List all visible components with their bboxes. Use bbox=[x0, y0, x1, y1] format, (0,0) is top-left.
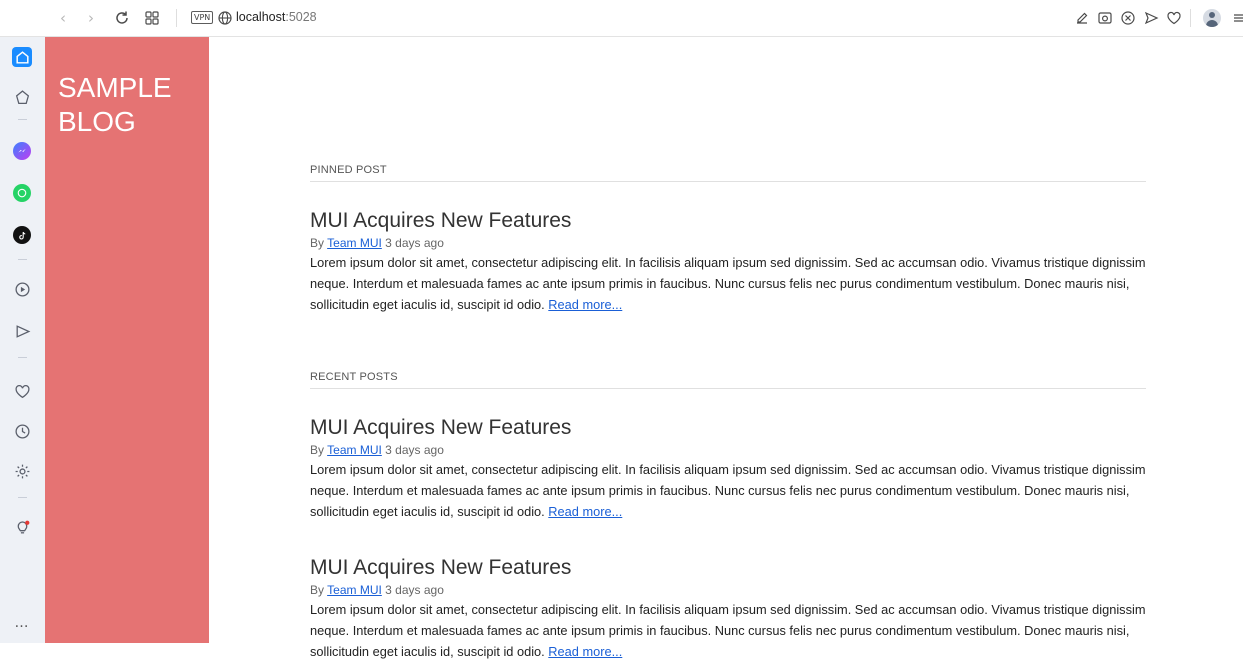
globe-icon[interactable] bbox=[216, 9, 234, 27]
author-link[interactable]: Team MUI bbox=[327, 443, 382, 457]
address-bar[interactable]: localhost:5028 bbox=[236, 10, 317, 24]
back-icon[interactable]: ‹ bbox=[54, 9, 72, 27]
edit-icon[interactable] bbox=[1073, 9, 1091, 27]
home-icon[interactable] bbox=[12, 47, 32, 67]
author-link[interactable]: Team MUI bbox=[327, 583, 382, 597]
read-more-link[interactable]: Read more... bbox=[548, 644, 622, 659]
section-heading: RECENT POSTS bbox=[310, 371, 1146, 389]
history-icon[interactable] bbox=[12, 421, 32, 441]
tips-icon[interactable] bbox=[12, 517, 32, 537]
messenger-icon[interactable] bbox=[12, 141, 32, 161]
read-more-link[interactable]: Read more... bbox=[548, 504, 622, 519]
post-body-text: Lorem ipsum dolor sit amet, consectetur … bbox=[310, 602, 1146, 659]
post-time: 3 days ago bbox=[385, 443, 444, 457]
blog-sidebar: SAMPLE BLOG bbox=[45, 37, 209, 643]
browser-sidebar: … bbox=[0, 37, 45, 643]
toolbar-divider bbox=[176, 9, 177, 27]
post-excerpt: Lorem ipsum dolor sit amet, consectetur … bbox=[310, 252, 1146, 315]
player-icon[interactable] bbox=[12, 279, 32, 299]
speed-dial-icon[interactable] bbox=[12, 87, 32, 107]
pinned-section-header: PINNED POST bbox=[310, 164, 1146, 182]
flow-icon[interactable] bbox=[12, 321, 32, 341]
post-meta: By Team MUI 3 days ago bbox=[310, 582, 1146, 598]
post-meta: By Team MUI 3 days ago bbox=[310, 442, 1146, 458]
recent-section-header: RECENT POSTS bbox=[310, 371, 1146, 389]
post-title[interactable]: MUI Acquires New Features bbox=[310, 415, 1146, 441]
post-by: By bbox=[310, 443, 325, 457]
reload-icon[interactable] bbox=[113, 9, 131, 27]
block-icon[interactable] bbox=[1119, 9, 1137, 27]
heart-icon[interactable] bbox=[1165, 9, 1183, 27]
post-by: By bbox=[310, 236, 325, 250]
recent-post: MUI Acquires New Features By Team MUI 3 … bbox=[310, 415, 1146, 522]
post-title[interactable]: MUI Acquires New Features bbox=[310, 555, 1146, 581]
blog-title[interactable]: SAMPLE BLOG bbox=[58, 71, 198, 139]
send-icon[interactable] bbox=[1142, 9, 1160, 27]
sidebar-divider bbox=[18, 357, 27, 358]
url-port: :5028 bbox=[285, 10, 317, 24]
post-title[interactable]: MUI Acquires New Features bbox=[310, 208, 1146, 234]
post-by: By bbox=[310, 583, 325, 597]
toolbar-divider bbox=[1190, 9, 1191, 27]
vpn-icon[interactable]: VPN bbox=[191, 11, 214, 24]
post-excerpt: Lorem ipsum dolor sit amet, consectetur … bbox=[310, 599, 1146, 662]
forward-icon[interactable]: › bbox=[82, 9, 100, 27]
section-heading: PINNED POST bbox=[310, 164, 1146, 182]
sidebar-divider bbox=[18, 497, 27, 498]
sidebar-divider bbox=[18, 119, 27, 120]
pinboard-icon[interactable] bbox=[12, 381, 32, 401]
blog-title-line2: BLOG bbox=[58, 106, 136, 137]
camera-icon[interactable] bbox=[1096, 9, 1114, 27]
profile-icon[interactable] bbox=[1203, 9, 1221, 27]
menu-icon[interactable] bbox=[1230, 9, 1243, 27]
main-content: PINNED POST MUI Acquires New Features By… bbox=[209, 37, 1243, 659]
sidebar-divider bbox=[18, 259, 27, 260]
post-body-text: Lorem ipsum dolor sit amet, consectetur … bbox=[310, 255, 1146, 312]
post-time: 3 days ago bbox=[385, 236, 444, 250]
more-icon[interactable]: … bbox=[12, 613, 32, 633]
author-link[interactable]: Team MUI bbox=[327, 236, 382, 250]
read-more-link[interactable]: Read more... bbox=[548, 297, 622, 312]
whatsapp-icon[interactable] bbox=[12, 183, 32, 203]
blog-title-line1: SAMPLE bbox=[58, 72, 172, 103]
tabs-grid-icon[interactable] bbox=[143, 9, 161, 27]
post-meta: By Team MUI 3 days ago bbox=[310, 235, 1146, 251]
post-time: 3 days ago bbox=[385, 583, 444, 597]
tiktok-icon[interactable] bbox=[12, 225, 32, 245]
recent-post: MUI Acquires New Features By Team MUI 3 … bbox=[310, 555, 1146, 662]
url-host: localhost bbox=[236, 10, 286, 24]
browser-toolbar: ‹ › VPN localhost:5028 bbox=[0, 0, 1243, 37]
post-excerpt: Lorem ipsum dolor sit amet, consectetur … bbox=[310, 459, 1146, 522]
settings-icon[interactable] bbox=[12, 461, 32, 481]
pinned-post: MUI Acquires New Features By Team MUI 3 … bbox=[310, 208, 1146, 315]
post-body-text: Lorem ipsum dolor sit amet, consectetur … bbox=[310, 462, 1146, 519]
